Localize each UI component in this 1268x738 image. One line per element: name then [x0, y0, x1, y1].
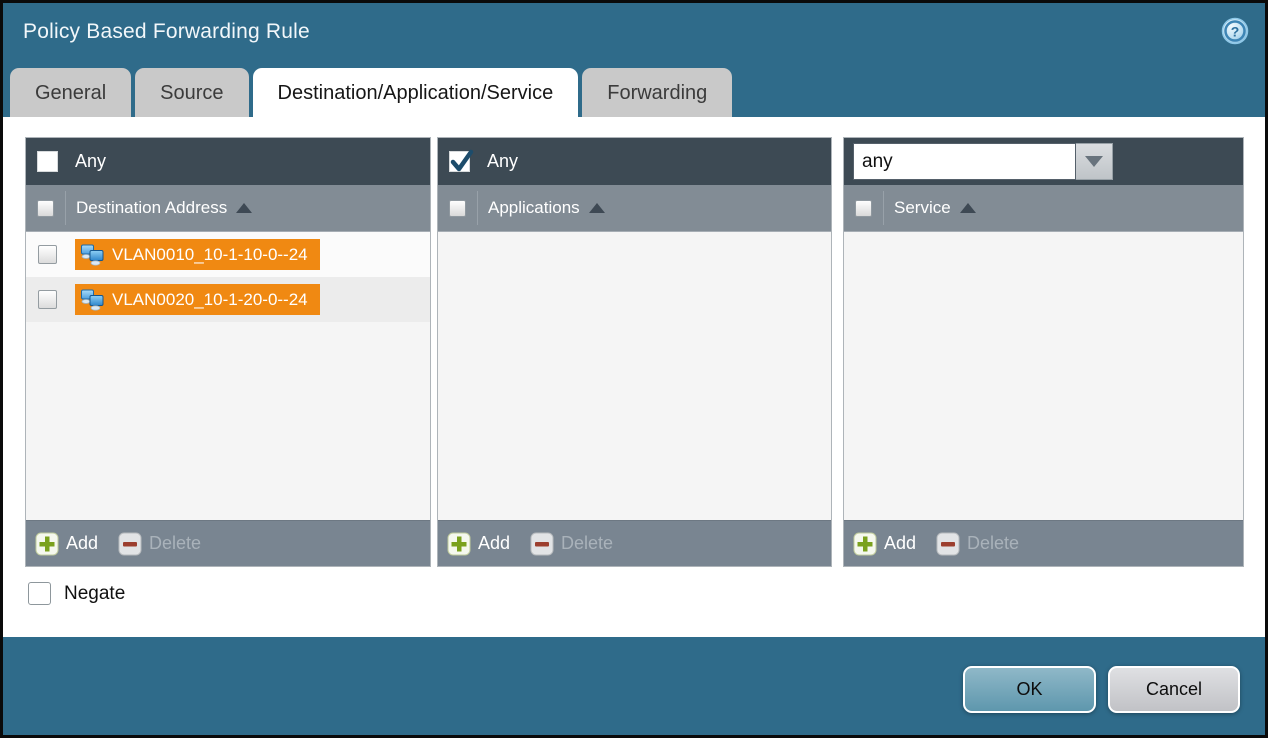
service-list-empty: [844, 232, 1243, 520]
service-panel: any Service Add Delete: [843, 137, 1244, 567]
negate-checkbox[interactable]: [28, 582, 51, 605]
delete-icon[interactable]: [530, 532, 554, 556]
add-button[interactable]: Add: [66, 533, 98, 554]
sort-ascending-icon[interactable]: [960, 203, 976, 213]
policy-based-forwarding-dialog: Policy Based Forwarding Rule ? General S…: [0, 0, 1268, 738]
destination-list: VLAN0010_10-1-10-0--24 VLAN0020_10-1-20-…: [26, 232, 430, 520]
destination-select-all-checkbox[interactable]: [37, 200, 54, 217]
address-group-icon: [79, 289, 105, 311]
destination-address-panel: Any Destination Address: [25, 137, 431, 567]
column-separator: [65, 191, 66, 225]
row-checkbox[interactable]: [38, 245, 57, 264]
applications-any-row: Any: [438, 138, 831, 185]
list-item[interactable]: VLAN0020_10-1-20-0--24: [26, 277, 430, 322]
row-checkbox[interactable]: [38, 290, 57, 309]
destination-toolbar: Add Delete: [26, 520, 430, 566]
destination-any-row: Any: [26, 138, 430, 185]
sort-ascending-icon[interactable]: [589, 203, 605, 213]
destination-column-header: Destination Address: [26, 185, 430, 232]
dialog-title: Policy Based Forwarding Rule: [23, 20, 310, 44]
service-column-header: Service: [844, 185, 1243, 232]
address-chip[interactable]: VLAN0010_10-1-10-0--24: [75, 239, 320, 270]
applications-panel: Any Applications Add Delete: [437, 137, 832, 567]
negate-option: Negate: [28, 582, 125, 605]
sort-ascending-icon[interactable]: [236, 203, 252, 213]
help-icon[interactable]: ?: [1221, 17, 1249, 45]
applications-any-label: Any: [487, 151, 518, 172]
cancel-button[interactable]: Cancel: [1108, 666, 1240, 713]
add-button[interactable]: Add: [884, 533, 916, 554]
service-dropdown-row: any: [844, 138, 1243, 185]
address-name: VLAN0020_10-1-20-0--24: [112, 290, 308, 310]
tab-forwarding[interactable]: Forwarding: [582, 68, 732, 117]
add-icon[interactable]: [853, 532, 877, 556]
add-button[interactable]: Add: [478, 533, 510, 554]
service-dropdown[interactable]: any: [853, 143, 1113, 180]
add-icon[interactable]: [35, 532, 59, 556]
address-group-icon: [79, 244, 105, 266]
delete-button-disabled: Delete: [967, 533, 1019, 554]
tab-destination-application-service[interactable]: Destination/Application/Service: [253, 68, 579, 117]
address-name: VLAN0010_10-1-10-0--24: [112, 245, 308, 265]
applications-select-all-checkbox[interactable]: [449, 200, 466, 217]
tab-source[interactable]: Source: [135, 68, 248, 117]
add-icon[interactable]: [447, 532, 471, 556]
service-toolbar: Add Delete: [844, 520, 1243, 566]
delete-icon[interactable]: [936, 532, 960, 556]
column-separator: [883, 191, 884, 225]
applications-column-label[interactable]: Applications: [488, 198, 580, 218]
checkmark-icon: [449, 149, 475, 175]
service-column-label[interactable]: Service: [894, 198, 951, 218]
service-dropdown-button[interactable]: [1076, 143, 1113, 180]
delete-button-disabled: Delete: [149, 533, 201, 554]
applications-toolbar: Add Delete: [438, 520, 831, 566]
help-glyph: ?: [1231, 24, 1240, 40]
destination-column-label[interactable]: Destination Address: [76, 198, 227, 218]
service-dropdown-value[interactable]: any: [853, 143, 1076, 180]
applications-column-header: Applications: [438, 185, 831, 232]
chevron-down-icon: [1085, 156, 1103, 167]
applications-any-checkbox-checked[interactable]: [449, 151, 470, 172]
column-separator: [477, 191, 478, 225]
delete-button-disabled: Delete: [561, 533, 613, 554]
destination-any-label: Any: [75, 151, 106, 172]
ok-button[interactable]: OK: [963, 666, 1096, 713]
delete-icon[interactable]: [118, 532, 142, 556]
negate-label: Negate: [64, 583, 125, 605]
service-select-all-checkbox[interactable]: [855, 200, 872, 217]
list-item[interactable]: VLAN0010_10-1-10-0--24: [26, 232, 430, 277]
address-chip[interactable]: VLAN0020_10-1-20-0--24: [75, 284, 320, 315]
destination-any-checkbox[interactable]: [37, 151, 58, 172]
tab-bar: General Source Destination/Application/S…: [10, 68, 732, 117]
tab-general[interactable]: General: [10, 68, 131, 117]
applications-list-empty: [438, 232, 831, 520]
